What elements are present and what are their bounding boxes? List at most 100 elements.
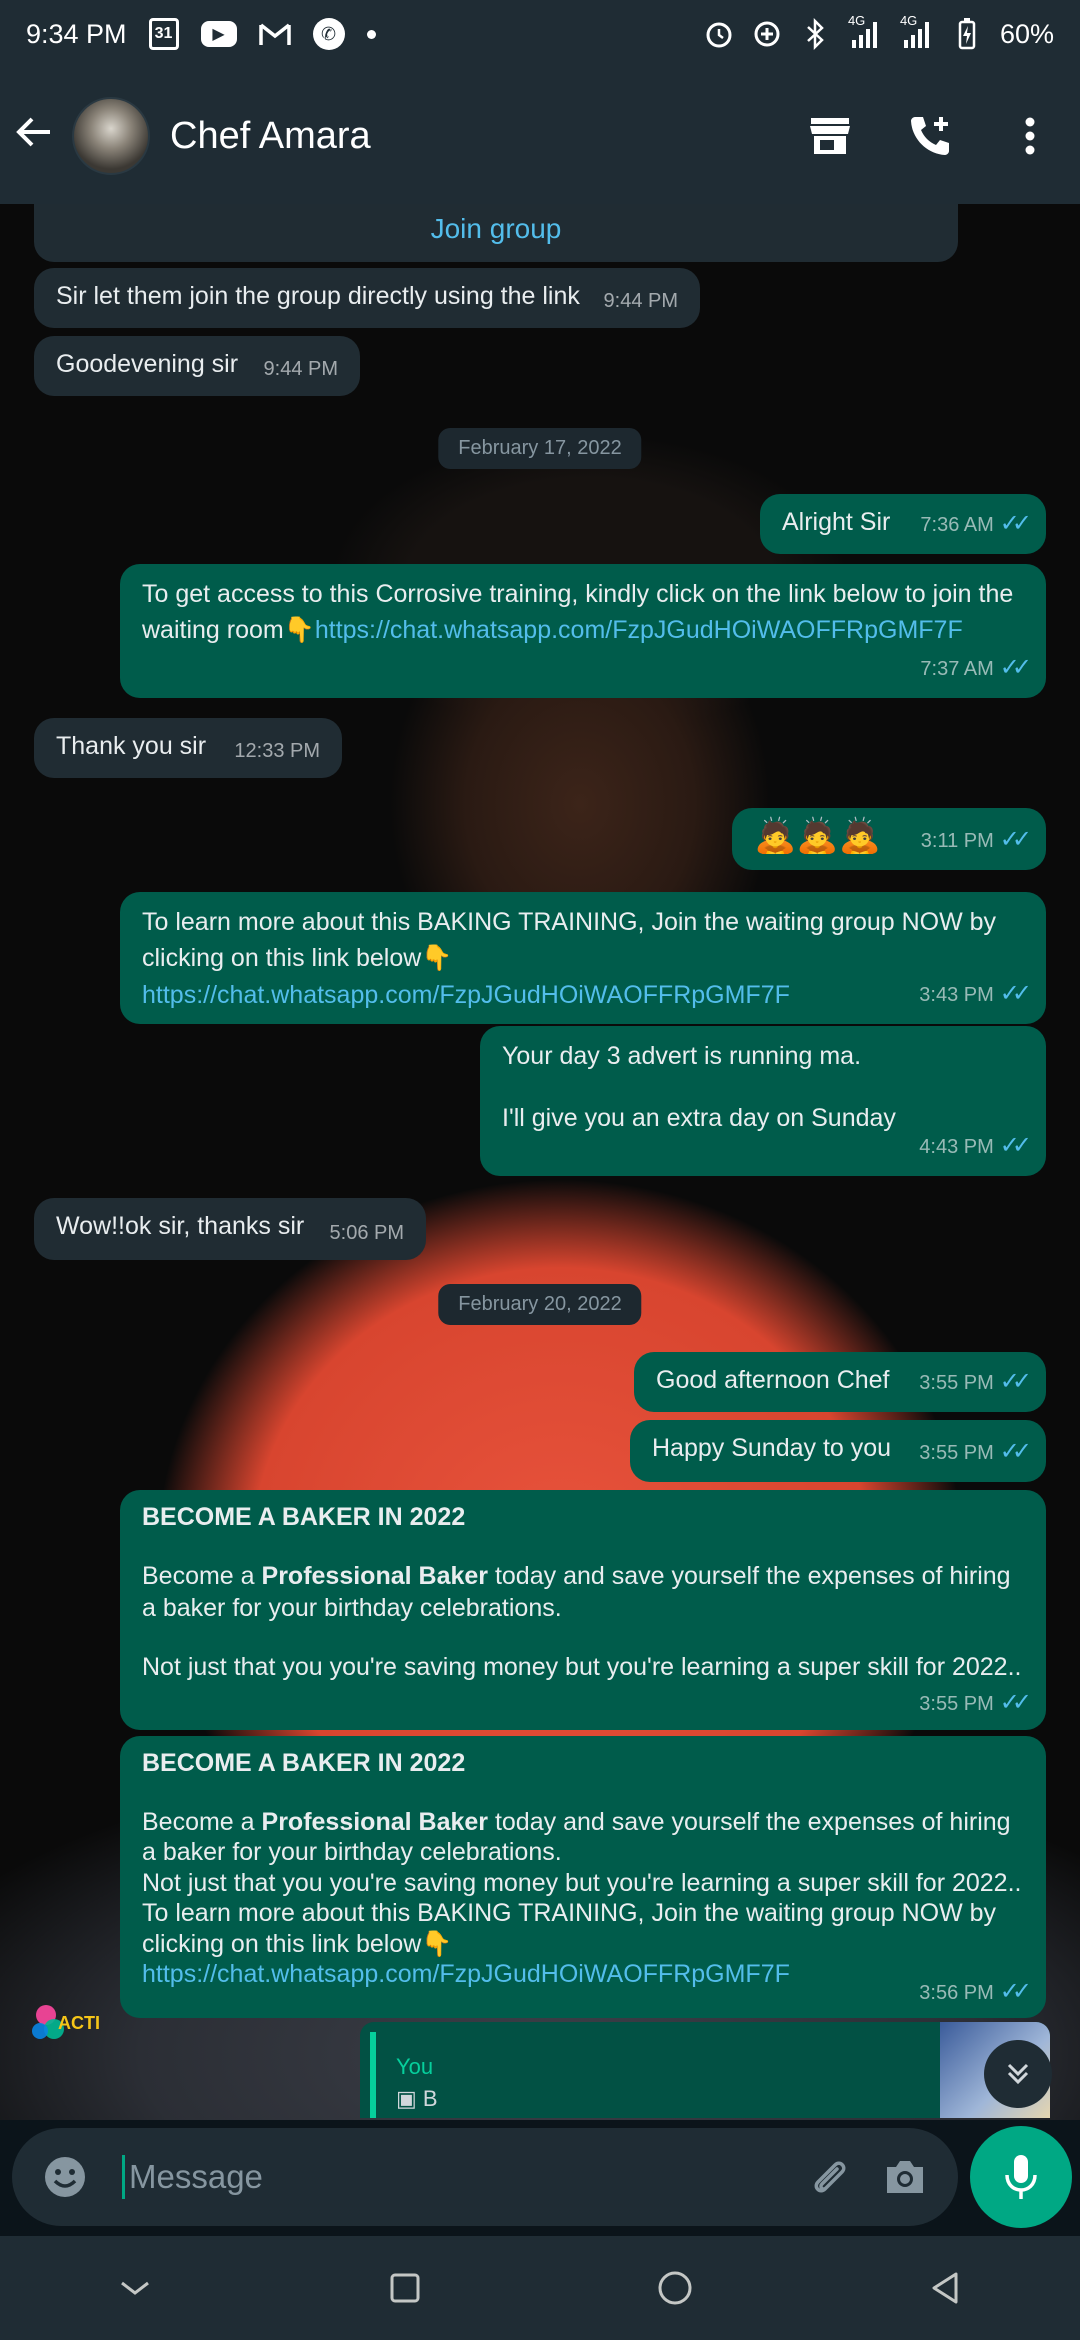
message-heading: BECOME A BAKER IN 2022: [142, 1749, 466, 1777]
message-incoming[interactable]: Goodevening sir 9:44 PM: [34, 336, 360, 396]
message-incoming[interactable]: Thank you sir 12:33 PM: [34, 718, 342, 778]
message-text: 🙇🙇🙇: [754, 817, 882, 855]
message-time: 5:06 PM: [329, 1222, 404, 1244]
message-paragraph: Become a Professional Baker today and sa…: [142, 1807, 1011, 1867]
message-time: 12:33 PM: [234, 740, 320, 762]
signal-icon-2: 4G: [900, 13, 934, 51]
read-receipt-icon: ✓✓: [999, 980, 1032, 1008]
read-receipt-icon: ✓✓: [999, 1438, 1032, 1466]
message-link[interactable]: https://chat.whatsapp.com/FzpJGudHOiWAOF…: [142, 977, 1024, 1013]
message-paragraph: Become a Professional Baker today and sa…: [142, 1562, 1011, 1622]
system-nav-bar: [0, 2236, 1080, 2340]
image-icon: ▣: [396, 2086, 423, 2111]
message-time: 7:36 AM ✓✓: [920, 510, 1032, 538]
mic-icon: [1005, 2155, 1037, 2199]
message-time: 3:56 PM ✓✓: [919, 1977, 1032, 2005]
message-text-line: Your day 3 advert is running ma.: [502, 1042, 862, 1070]
message-text: To learn more about this BAKING TRAINING…: [142, 908, 997, 973]
contact-avatar[interactable]: [72, 97, 150, 175]
message-link[interactable]: https://chat.whatsapp.com/FzpJGudHOiWAOF…: [315, 616, 963, 644]
chat-header: Chef Amara: [0, 68, 1080, 204]
quote-accent-bar: [370, 2032, 376, 2118]
message-outgoing[interactable]: Your day 3 advert is running ma. I'll gi…: [480, 1026, 1046, 1176]
message-time: 3:11 PM ✓✓: [920, 826, 1032, 854]
message-time: 3:55 PM ✓✓: [919, 1438, 1032, 1466]
join-group-button[interactable]: Join group: [34, 204, 958, 262]
message-incoming[interactable]: Wow!!ok sir, thanks sir 5:06 PM: [34, 1198, 426, 1260]
read-receipt-icon: ✓✓: [999, 1132, 1032, 1160]
message-text: Good afternoon Chef: [656, 1366, 890, 1394]
back-arrow-icon[interactable]: [14, 109, 66, 164]
message-text: Goodevening sir: [56, 350, 239, 378]
message-paragraph: Not just that you you're saving money bu…: [142, 1868, 1022, 1897]
message-outgoing[interactable]: To learn more about this BAKING TRAINING…: [120, 892, 1046, 1024]
more-vert-icon[interactable]: [980, 96, 1080, 176]
message-text: Wow!!ok sir, thanks sir: [56, 1212, 305, 1240]
quote-author: You: [396, 2054, 434, 2079]
message-text: Thank you sir: [56, 732, 207, 760]
brand-logo: ACTI: [32, 1997, 114, 2057]
message-text: Alright Sir: [782, 508, 891, 536]
youtube-icon: ▶: [200, 21, 237, 47]
message-time: 9:44 PM: [603, 290, 678, 312]
nav-home-icon[interactable]: [630, 2243, 720, 2333]
message-time: 3:43 PM ✓✓: [919, 980, 1032, 1008]
message-outgoing[interactable]: BECOME A BAKER IN 2022 Become a Professi…: [120, 1490, 1046, 1730]
nav-back-icon[interactable]: [900, 2243, 990, 2333]
bluetooth-icon: [800, 17, 830, 51]
add-call-icon[interactable]: [880, 96, 980, 176]
message-text: Happy Sunday to you: [652, 1434, 892, 1462]
message-time: 3:55 PM ✓✓: [919, 1368, 1032, 1396]
quote-preview: ▣ B: [396, 2086, 438, 2111]
nav-recents-icon[interactable]: [360, 2243, 450, 2333]
read-receipt-icon: ✓✓: [999, 1977, 1032, 2005]
message-paragraph: Not just that you you're saving money bu…: [142, 1652, 1022, 1681]
scroll-to-bottom-button[interactable]: [984, 2040, 1052, 2108]
double-chevron-down-icon: [1007, 2063, 1029, 2085]
contact-name[interactable]: Chef Amara: [170, 115, 371, 158]
message-outgoing[interactable]: Happy Sunday to you 3:55 PM ✓✓: [630, 1420, 1046, 1482]
message-outgoing[interactable]: Good afternoon Chef 3:55 PM ✓✓: [634, 1352, 1046, 1412]
message-paragraph: To learn more about this BAKING TRAINING…: [142, 1899, 997, 1958]
battery-charging-icon: [952, 17, 982, 51]
message-time: 7:37 AM ✓✓: [920, 654, 1032, 682]
status-bar: 9:34 PM 31 ▶ ✆ 4G 4G 60%: [0, 0, 1080, 68]
message-link[interactable]: https://chat.whatsapp.com/FzpJGudHOiWAOF…: [142, 1959, 1024, 1990]
read-receipt-icon: ✓✓: [999, 654, 1032, 682]
message-incoming[interactable]: Sir let them join the group directly usi…: [34, 268, 700, 328]
battery-percent: 60%: [999, 18, 1054, 49]
emoji-icon[interactable]: [32, 2144, 98, 2210]
quoted-message[interactable]: You ▣ B: [360, 2022, 1050, 2118]
mic-button[interactable]: [970, 2126, 1072, 2228]
message-text: Sir let them join the group directly usi…: [56, 282, 580, 310]
message-time: 3:55 PM ✓✓: [919, 1689, 1032, 1716]
data-saver-icon: [752, 17, 782, 51]
paperclip-icon[interactable]: [796, 2144, 862, 2210]
alarm-icon: [704, 17, 734, 51]
message-outgoing[interactable]: 🙇🙇🙇 3:11 PM ✓✓: [732, 808, 1046, 870]
status-time: 9:34 PM: [26, 18, 127, 49]
svg-text:ACTI: ACTI: [58, 2013, 100, 2033]
message-outgoing[interactable]: Alright Sir 7:36 AM ✓✓: [760, 494, 1046, 554]
message-time: 4:43 PM ✓✓: [919, 1132, 1032, 1160]
nav-hide-keyboard-icon[interactable]: [90, 2243, 180, 2333]
message-outgoing[interactable]: To get access to this Corrosive training…: [120, 564, 1046, 698]
message-composer: [12, 2128, 958, 2226]
camera-icon[interactable]: [872, 2144, 938, 2210]
date-separator: February 17, 2022: [438, 428, 642, 469]
read-receipt-icon: ✓✓: [999, 1689, 1032, 1716]
calendar-icon: 31: [148, 18, 179, 50]
signal-icon-1: 4G: [848, 13, 882, 51]
read-receipt-icon: ✓✓: [999, 826, 1032, 854]
gmail-icon: [258, 17, 291, 51]
message-input[interactable]: [122, 2155, 796, 2199]
message-outgoing[interactable]: BECOME A BAKER IN 2022 Become a Professi…: [120, 1736, 1046, 2018]
chat-area[interactable]: Join group Sir let them join the group d…: [0, 204, 1080, 2120]
storefront-icon[interactable]: [780, 96, 880, 176]
date-separator: February 20, 2022: [438, 1284, 642, 1325]
read-receipt-icon: ✓✓: [999, 510, 1032, 538]
read-receipt-icon: ✓✓: [999, 1368, 1032, 1396]
message-heading: BECOME A BAKER IN 2022: [142, 1503, 466, 1531]
whatsapp-notification-icon: ✆: [312, 18, 345, 50]
more-notifications-dot: [366, 29, 376, 39]
